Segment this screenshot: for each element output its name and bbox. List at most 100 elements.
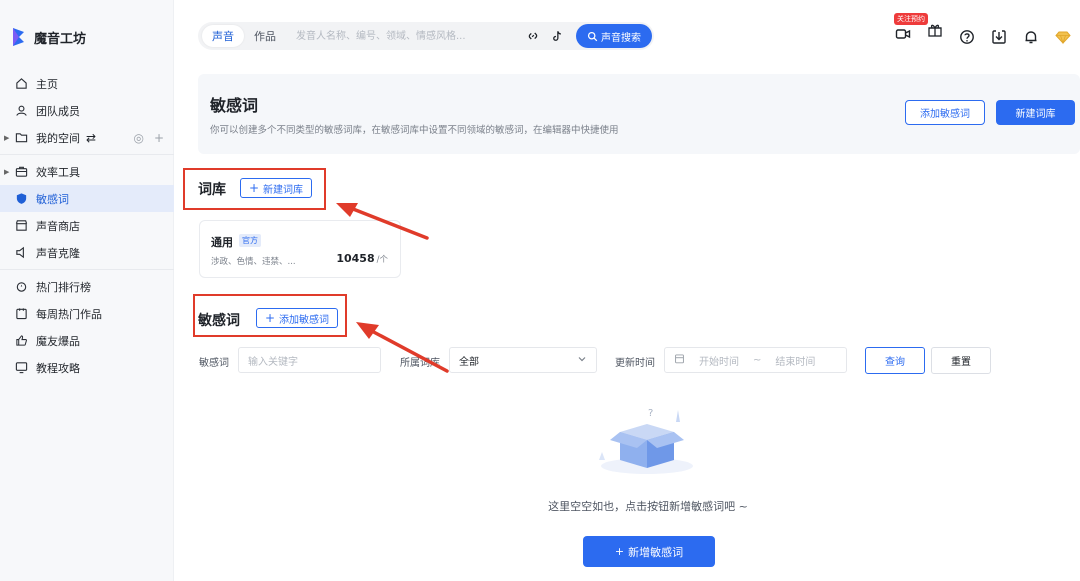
sidebar-item-team[interactable]: 团队成员 xyxy=(0,97,174,124)
medal-icon xyxy=(14,280,28,294)
library-card-categories: 涉政、色情、违禁、... xyxy=(211,257,296,267)
divider xyxy=(0,269,174,270)
library-select[interactable]: 全部 xyxy=(449,347,597,373)
calendar-icon xyxy=(14,307,28,321)
divider xyxy=(0,154,174,155)
settings-icon[interactable]: ◎ xyxy=(133,131,143,145)
sidebar-item-label: 每周热门作品 xyxy=(36,307,102,321)
new-library-inline-label: 新建词库 xyxy=(263,184,304,196)
top-icons xyxy=(894,14,1072,46)
sidebar-item-label: 团队成员 xyxy=(36,104,80,118)
user-icon xyxy=(14,104,28,118)
start-date-placeholder[interactable]: 开始时间 xyxy=(699,353,739,368)
sidebar-item-home[interactable]: 主页 xyxy=(0,70,174,97)
store-icon xyxy=(14,219,28,233)
page-title: 敏感词 xyxy=(210,96,259,115)
end-date-placeholder[interactable]: 结束时间 xyxy=(775,353,815,368)
empty-state-text: 这里空空如也，点击按钮新增敏感词吧 ~ xyxy=(548,500,748,513)
sidebar-item-label: 魔友爆品 xyxy=(36,334,80,348)
video-camera-icon[interactable] xyxy=(894,25,912,43)
add-word-inline-label: 添加敏感词 xyxy=(279,314,330,326)
reset-button[interactable]: 重置 xyxy=(931,347,991,374)
bell-icon[interactable] xyxy=(1022,28,1040,46)
svg-text:?: ? xyxy=(648,408,653,419)
monitor-icon xyxy=(14,361,28,375)
query-button[interactable]: 查询 xyxy=(865,347,925,374)
home-icon xyxy=(14,77,28,91)
sidebar-item-label: 声音克隆 xyxy=(36,246,80,260)
switch-icon[interactable]: ⇄ xyxy=(86,131,96,145)
library-section-title: 词库 xyxy=(198,182,226,198)
vip-diamond-icon[interactable] xyxy=(1054,28,1072,46)
new-library-button[interactable]: 新建词库 xyxy=(996,100,1075,125)
link-icon[interactable] xyxy=(524,27,542,45)
annotation-arrow-words xyxy=(356,322,449,373)
library-select-value: 全部 xyxy=(459,356,479,368)
sidebar-item-my-space[interactable]: ▶ 我的空间 ⇄ ◎ + xyxy=(0,124,174,151)
empty-box-illustration: ? xyxy=(599,408,693,474)
sidebar-nav: 主页 团队成员 ▶ 我的空间 ⇄ ◎ + ▶ 效率工具 敏感词 声音商店 声音克… xyxy=(0,70,174,381)
official-badge: 官方 xyxy=(239,234,261,247)
sidebar-item-ranking[interactable]: 热门排行榜 xyxy=(0,273,174,300)
toolbox-icon xyxy=(14,165,28,179)
voice-search-label: 声音搜索 xyxy=(601,32,641,44)
sidebar-item-label: 效率工具 xyxy=(36,165,80,179)
page-header: 敏感词 你可以创建多个不同类型的敏感词库，在敏感词库中设置不同领域的敏感词，在编… xyxy=(198,74,1080,154)
download-icon[interactable] xyxy=(990,28,1008,46)
search-input[interactable] xyxy=(296,25,506,47)
voice-search-button[interactable]: 声音搜索 xyxy=(576,24,652,48)
keyword-placeholder: 输入关键字 xyxy=(248,356,298,368)
keyword-filter-label: 敏感词 xyxy=(199,358,229,369)
date-range-picker[interactable]: 开始时间 ~ 结束时间 xyxy=(664,347,847,373)
global-search-bar: 声音 作品 声音搜索 xyxy=(198,22,654,50)
calendar-icon xyxy=(674,353,685,367)
sidebar-item-tutorials[interactable]: 教程攻略 xyxy=(0,354,174,381)
add-new-word-label: 新增敏感词 xyxy=(628,545,684,559)
caret-right-icon[interactable]: ▶ xyxy=(4,134,9,142)
sidebar: 魔音工坊 主页 团队成员 ▶ 我的空间 ⇄ ◎ + ▶ 效率工具 敏感词 声音商… xyxy=(0,0,174,581)
plus-icon: + xyxy=(614,545,625,558)
library-count-value: 10458 xyxy=(336,252,375,265)
brand-logo-icon xyxy=(10,26,28,48)
caret-right-icon[interactable]: ▶ xyxy=(4,168,9,176)
sidebar-item-label: 敏感词 xyxy=(36,192,69,206)
sidebar-item-voice-store[interactable]: 声音商店 xyxy=(0,212,174,239)
time-filter-label: 更新时间 xyxy=(615,358,655,369)
sidebar-item-label: 主页 xyxy=(36,77,58,91)
library-card-name: 通用 xyxy=(211,236,233,249)
gift-icon[interactable] xyxy=(926,21,944,39)
plus-icon: + xyxy=(248,181,260,195)
words-section-title: 敏感词 xyxy=(198,313,240,329)
brand[interactable]: 魔音工坊 xyxy=(10,26,86,48)
page-description: 你可以创建多个不同类型的敏感词库，在敏感词库中设置不同领域的敏感词，在编辑器中快… xyxy=(210,125,619,136)
brand-name: 魔音工坊 xyxy=(34,31,87,47)
thumbs-up-icon xyxy=(14,334,28,348)
plus-icon: + xyxy=(264,311,276,325)
speaker-icon xyxy=(14,246,28,260)
sidebar-item-tools[interactable]: ▶ 效率工具 xyxy=(0,158,174,185)
tab-works[interactable]: 作品 xyxy=(244,25,286,47)
add-new-word-button[interactable]: + 新增敏感词 xyxy=(583,536,715,567)
sidebar-item-fan-picks[interactable]: 魔友爆品 xyxy=(0,327,174,354)
add-sensitive-word-button[interactable]: 添加敏感词 xyxy=(905,100,985,125)
library-count-unit: /个 xyxy=(376,255,388,265)
plus-icon[interactable]: + xyxy=(154,131,164,145)
chevron-down-icon xyxy=(577,354,587,367)
range-separator: ~ xyxy=(753,354,762,366)
sidebar-item-voice-clone[interactable]: 声音克隆 xyxy=(0,239,174,266)
space-actions: ◎ + xyxy=(133,131,164,145)
tab-voice[interactable]: 声音 xyxy=(202,25,244,47)
library-card-count: 10458/个 xyxy=(336,252,388,265)
sidebar-item-label: 我的空间 xyxy=(36,131,80,145)
shield-icon xyxy=(14,192,28,206)
new-library-inline-button[interactable]: + 新建词库 xyxy=(240,178,312,198)
help-icon[interactable] xyxy=(958,28,976,46)
tiktok-icon[interactable] xyxy=(548,27,566,45)
folder-icon xyxy=(14,131,28,145)
sidebar-item-label: 声音商店 xyxy=(36,219,80,233)
add-word-inline-button[interactable]: + 添加敏感词 xyxy=(256,308,338,328)
annotation-arrow-library xyxy=(336,203,429,240)
sidebar-item-label: 教程攻略 xyxy=(36,361,80,375)
sidebar-item-weekly-hot[interactable]: 每周热门作品 xyxy=(0,300,174,327)
sidebar-item-sensitive-words[interactable]: 敏感词 xyxy=(0,185,174,212)
